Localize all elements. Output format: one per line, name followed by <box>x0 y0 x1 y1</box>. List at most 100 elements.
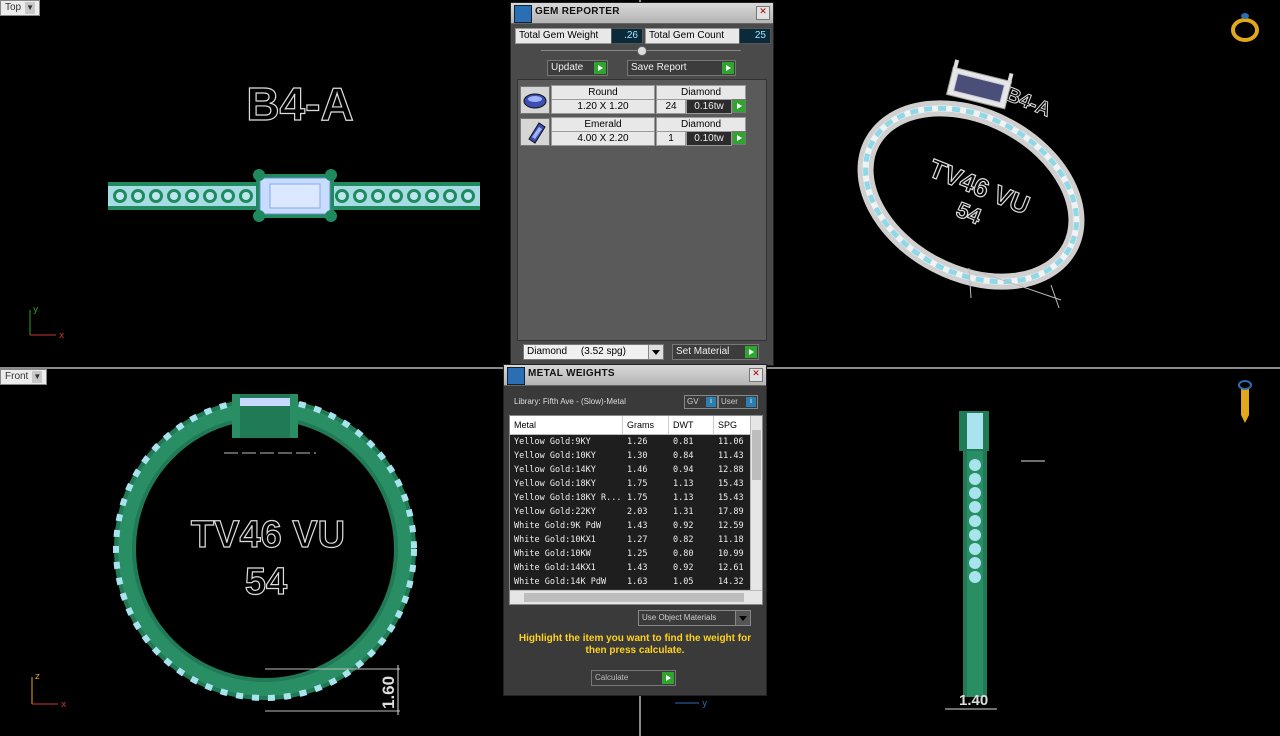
material-select-value: Diamond (3.52 spg) <box>527 346 626 357</box>
table-row[interactable]: Yellow Gold:18KY 1.75 1.13 15.43 <box>510 477 750 492</box>
gem-row-round[interactable]: Round 1.20 X 1.20 Diamond 24 0.16tw <box>520 85 764 114</box>
gem-count: 1 <box>656 131 686 146</box>
column-header-dwt[interactable]: DWT <box>669 416 714 434</box>
column-header-spg[interactable]: SPG <box>714 416 751 434</box>
dwt-cell: 1.31 <box>673 507 694 517</box>
close-icon[interactable]: ✕ <box>756 6 770 20</box>
dwt-cell: 0.82 <box>673 535 694 545</box>
metal-table-header: Metal Grams DWT SPG <box>510 416 751 435</box>
axis-x-label-front: x <box>61 700 67 710</box>
update-button[interactable]: Update <box>547 60 608 76</box>
gem-row-go-button[interactable] <box>732 131 746 145</box>
metal-name-cell: Yellow Gold:14KY <box>514 465 596 475</box>
dwt-cell: 1.05 <box>673 577 694 587</box>
dwt-cell: 1.13 <box>673 479 694 489</box>
grams-cell: 1.25 <box>627 549 648 559</box>
grams-cell: 1.43 <box>627 563 648 573</box>
metal-weights-hint: Highlight the item you want to find the … <box>518 633 752 656</box>
total-gem-weight-label: Total Gem Weight <box>515 28 612 44</box>
set-material-button[interactable]: Set Material <box>672 344 759 360</box>
gem-size: 4.00 X 2.20 <box>551 131 655 146</box>
play-icon <box>662 672 674 684</box>
play-icon <box>733 100 745 112</box>
chevron-down-icon <box>648 345 663 359</box>
table-row[interactable]: Yellow Gold:18KY R... 1.75 1.13 15.43 <box>510 491 750 506</box>
column-header-metal[interactable]: Metal <box>510 416 623 434</box>
gv-toggle-label: GV <box>687 397 699 406</box>
gem-row-emerald[interactable]: Emerald 4.00 X 2.20 Diamond 1 0.10tw <box>520 117 764 146</box>
metal-name-cell: Yellow Gold:18KY <box>514 479 596 489</box>
grams-cell: 1.63 <box>627 577 648 587</box>
axis-y-label: y <box>33 305 39 315</box>
gem-count: 24 <box>656 99 686 114</box>
metal-name-cell: White Gold:10KW <box>514 549 591 559</box>
table-row[interactable]: White Gold:14K PdW 1.63 1.05 14.32 <box>510 575 750 590</box>
total-gem-weight-value: .26 <box>611 28 643 44</box>
table-row[interactable]: White Gold:10KX1 1.27 0.82 11.18 <box>510 533 750 548</box>
user-toggle[interactable]: User i <box>718 395 758 409</box>
dwt-cell: 0.80 <box>673 549 694 559</box>
table-row[interactable]: White Gold:14KX1 1.43 0.92 12.61 <box>510 561 750 576</box>
side-dimension: 1.40 <box>959 692 988 709</box>
table-row[interactable]: Yellow Gold:9KY 1.26 0.81 11.06 <box>510 435 750 450</box>
metal-name-cell: Yellow Gold:10KY <box>514 451 596 461</box>
gem-list: Round 1.20 X 1.20 Diamond 24 0.16tw Emer… <box>517 79 767 341</box>
use-object-materials-select[interactable]: Use Object Materials <box>638 610 751 626</box>
round-gem-icon <box>520 86 550 114</box>
band-text-outline: B4-A <box>246 78 353 130</box>
horizontal-scrollbar[interactable] <box>510 590 762 604</box>
save-report-button[interactable]: Save Report <box>627 60 736 76</box>
axis-z-label: z <box>35 672 40 682</box>
gem-row-go-button[interactable] <box>732 99 746 113</box>
spg-cell: 11.43 <box>718 451 744 461</box>
axis-x-label: x <box>59 331 65 341</box>
gem-reporter-icon <box>514 5 532 23</box>
gem-reporter-title: GEM REPORTER <box>535 6 620 17</box>
front-dimension: 1.60 <box>379 676 398 709</box>
metal-weights-titlebar[interactable]: METAL WEIGHTS ✕ <box>504 365 766 386</box>
spg-cell: 14.32 <box>718 577 744 587</box>
play-icon <box>722 62 734 74</box>
calculate-button[interactable]: Calculate <box>591 670 676 686</box>
metal-name-cell: Yellow Gold:9KY <box>514 437 591 447</box>
metal-name-cell: Yellow Gold:18KY R... <box>514 493 622 503</box>
material-select[interactable]: Diamond (3.52 spg) <box>523 344 664 360</box>
use-object-materials-label: Use Object Materials <box>642 613 717 622</box>
grams-cell: 1.43 <box>627 521 648 531</box>
spg-cell: 17.89 <box>718 507 744 517</box>
table-row[interactable]: White Gold:9K PdW 1.43 0.92 12.59 <box>510 519 750 534</box>
metal-name-cell: White Gold:14K PdW <box>514 577 607 587</box>
gem-shape: Round <box>551 85 655 100</box>
gem-reporter-titlebar[interactable]: GEM REPORTER ✕ <box>511 3 773 24</box>
table-row[interactable]: Yellow Gold:22KY 2.03 1.31 17.89 <box>510 505 750 520</box>
set-material-button-label: Set Material <box>676 346 730 357</box>
dwt-cell: 0.94 <box>673 465 694 475</box>
gv-toggle[interactable]: GV i <box>684 395 718 409</box>
grams-cell: 1.46 <box>627 465 648 475</box>
grams-cell: 2.03 <box>627 507 648 517</box>
save-report-button-label: Save Report <box>631 62 687 73</box>
metal-weights-title: METAL WEIGHTS <box>528 368 615 379</box>
chevron-down-icon <box>735 611 750 625</box>
vertical-scrollbar[interactable] <box>750 416 762 590</box>
metal-table[interactable]: Metal Grams DWT SPG Yellow Gold:9KY 1.26 0… <box>509 415 763 605</box>
scrollbar-thumb[interactable] <box>752 430 761 480</box>
table-row[interactable]: Yellow Gold:10KY 1.30 0.84 11.43 <box>510 449 750 464</box>
scrollbar-thumb[interactable] <box>524 593 744 602</box>
dwt-cell: 0.92 <box>673 521 694 531</box>
gem-shape: Emerald <box>551 117 655 132</box>
calculate-button-label: Calculate <box>595 673 629 682</box>
table-row[interactable]: Yellow Gold:14KY 1.46 0.94 12.88 <box>510 463 750 478</box>
grams-cell: 1.30 <box>627 451 648 461</box>
front-inner-text-2: 54 <box>245 561 287 603</box>
grams-cell: 1.75 <box>627 493 648 503</box>
metal-name-cell: White Gold:10KX1 <box>514 535 596 545</box>
gem-material: Diamond <box>656 85 746 100</box>
close-icon[interactable]: ✕ <box>749 368 763 382</box>
spg-cell: 15.43 <box>718 493 744 503</box>
table-row[interactable]: White Gold:10KW 1.25 0.80 10.99 <box>510 547 750 562</box>
column-header-grams[interactable]: Grams <box>623 416 669 434</box>
grams-cell: 1.27 <box>627 535 648 545</box>
dwt-cell: 0.92 <box>673 563 694 573</box>
splitter-handle-icon[interactable] <box>637 46 647 56</box>
